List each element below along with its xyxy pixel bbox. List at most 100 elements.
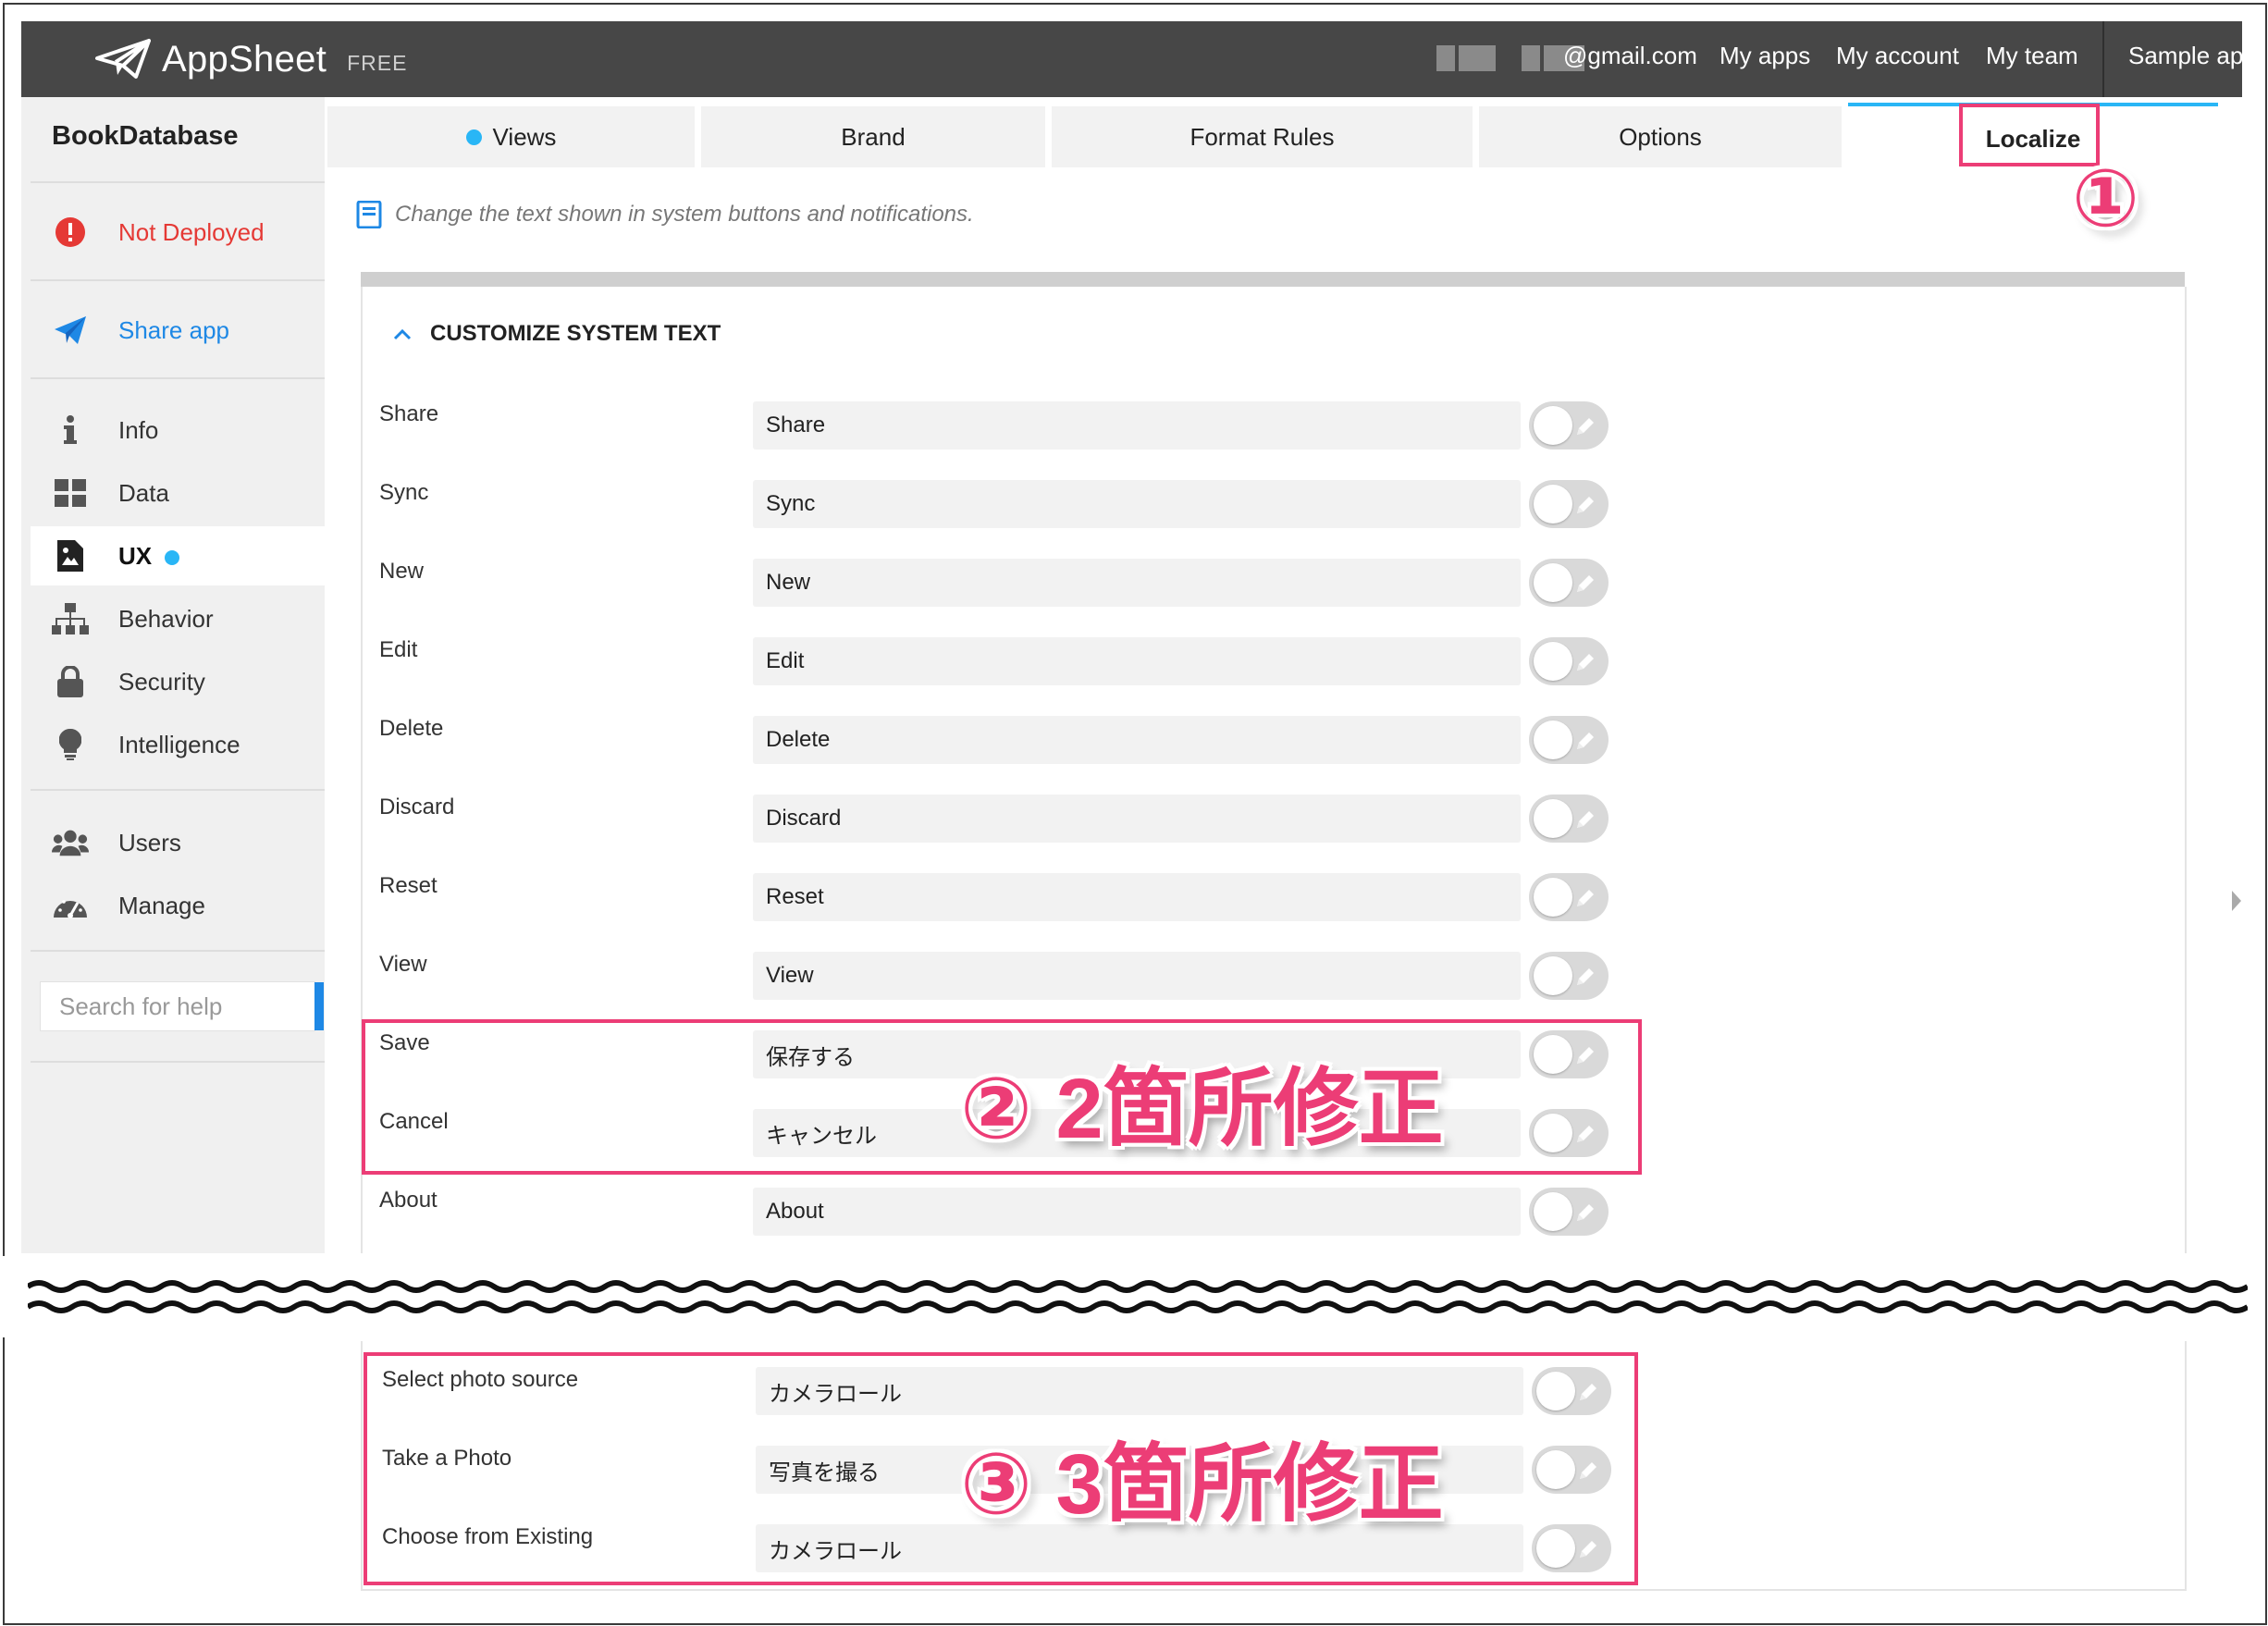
row-label: Discard [379,795,455,819]
sidebar-divider [31,789,325,791]
sidebar-item-security[interactable]: Security [31,652,325,711]
account-email: @gmail.com [1563,42,1697,69]
sidebar-item-intelligence[interactable]: Intelligence [31,715,325,774]
sidebar-divider [31,1061,325,1063]
panel-header-bar [361,272,2185,287]
sidebar-item-label: Behavior [118,604,214,633]
row-label: Delete [379,716,444,741]
appsheet-logo[interactable]: AppSheet FREE [95,34,407,84]
override-toggle[interactable] [1529,952,1609,1000]
share-app-label: Share app [118,315,229,344]
lightbulb-icon [52,726,89,763]
tab-options[interactable]: Options [1479,106,1842,167]
annotation-step-3: ③ 3箇所修正 [960,1437,1444,1532]
gauge-icon [52,887,89,924]
top-bar: AppSheet FREE @gmail.com My apps My acco… [21,21,2243,97]
sidebar-item-behavior[interactable]: Behavior [31,589,325,648]
unsaved-dot [165,549,180,565]
text-override-input[interactable]: View [753,952,1521,1000]
tab-label: Format Rules [1189,122,1335,151]
topbar-divider [2102,21,2104,97]
unsaved-dot [465,129,482,145]
override-toggle[interactable] [1529,795,1609,843]
sidebar-item-label: UX [118,542,180,571]
sidebar-item-label: Users [118,828,181,856]
paper-plane-logo-icon [95,39,151,79]
override-toggle[interactable] [1529,559,1609,607]
plan-label: FREE [347,50,408,75]
row-label: New [379,559,425,584]
pencil-icon [1573,414,1597,443]
row-label: About [379,1188,438,1213]
text-override-input[interactable]: Delete [753,716,1521,764]
chevron-up-icon [393,328,412,340]
text-override-input[interactable]: Reset [753,873,1521,921]
sidebar-item-ux[interactable]: UX [31,526,325,585]
text-override-input[interactable]: Edit [753,637,1521,685]
text-override-input[interactable]: About [753,1188,1521,1236]
my-apps-link[interactable]: My apps [1719,42,1810,70]
tab-format-rules[interactable]: Format Rules [1052,106,1473,167]
row-label: Share [379,401,439,426]
sidebar-item-info[interactable]: Info [31,400,325,460]
logo-name: AppSheet [162,38,327,80]
deploy-status-label: Not Deployed [118,217,265,246]
tab-views[interactable]: Views [327,106,695,167]
tab-label: Options [1619,122,1702,151]
section-title: CUSTOMIZE SYSTEM TEXT [430,321,721,346]
pencil-icon [1573,1201,1597,1229]
behavior-tree-icon [52,600,89,637]
lock-icon [52,663,89,700]
override-toggle[interactable] [1529,1188,1609,1236]
sidebar-item-manage[interactable]: Manage [31,876,325,935]
text-override-input[interactable]: Share [753,401,1521,450]
pencil-icon [1573,729,1597,758]
alert-icon [52,214,89,251]
toggle-knob [1534,485,1572,524]
text-override-input[interactable]: New [753,559,1521,607]
section-header[interactable]: CUSTOMIZE SYSTEM TEXT [393,321,721,347]
pencil-icon [1573,886,1597,915]
help-search [40,981,315,1031]
data-grid-icon [52,474,89,511]
override-toggle[interactable] [1529,716,1609,764]
info-icon [52,412,89,449]
toggle-knob [1534,642,1572,681]
override-toggle[interactable] [1529,637,1609,685]
sidebar-item-users[interactable]: Users [31,813,325,872]
tab-label: Brand [841,122,906,151]
row-label: Reset [379,873,438,898]
sidebar-divider [31,279,325,281]
pencil-icon [1573,650,1597,679]
sidebar-item-label: Data [118,478,169,507]
my-account-link[interactable]: My account [1836,42,1959,70]
help-search-input[interactable] [41,982,311,1030]
tab-label: Views [492,122,557,151]
text-override-input[interactable]: Sync [753,480,1521,528]
share-app-link[interactable]: Share app [31,301,325,360]
app-title: BookDatabase [52,121,239,151]
my-team-link[interactable]: My team [1986,42,2078,70]
pencil-icon [1573,572,1597,600]
sample-apps-link[interactable]: Sample ap [2128,42,2243,70]
ux-icon [52,537,89,574]
book-icon [356,201,382,228]
pencil-icon [1573,807,1597,836]
row-label: Sync [379,480,429,505]
override-toggle[interactable] [1529,873,1609,921]
text-override-input[interactable]: Discard [753,795,1521,843]
collapse-arrow-icon[interactable] [2232,891,2241,911]
sidebar-divider [31,950,325,952]
toggle-knob [1534,1192,1572,1231]
sidebar-item-label: Manage [118,891,205,919]
override-toggle[interactable] [1529,480,1609,528]
tab-brand[interactable]: Brand [701,106,1045,167]
sidebar-item-data[interactable]: Data [31,463,325,523]
row-label: View [379,952,427,977]
override-toggle[interactable] [1529,401,1609,450]
sidebar-item-label: Info [118,415,159,444]
row-label: Edit [379,637,418,662]
sidebar-divider [31,377,325,379]
deploy-status[interactable]: Not Deployed [31,203,325,262]
toggle-knob [1534,721,1572,759]
